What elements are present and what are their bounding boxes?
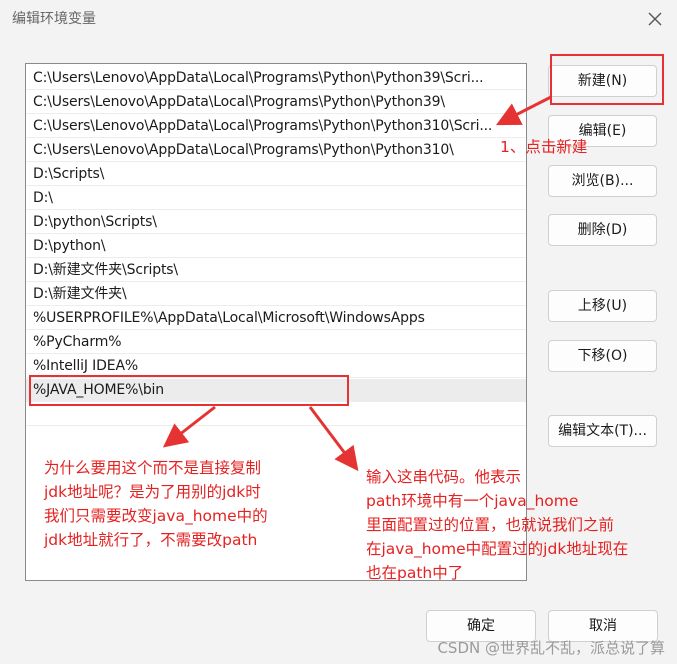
annotation-click-new: 1、点击新建 (500, 138, 588, 156)
annotation-input-line: 输入这串代码。他表示 (366, 468, 522, 486)
annotation-input-line: 在java_home中配置过的jdk地址现在 (366, 540, 629, 558)
annotation-why-line: jdk地址呢？是为了用别的jdk时 (44, 483, 261, 501)
annotation-input-line: 里面配置过的位置，也就说我们之前 (366, 516, 615, 534)
annotation-input-line: 也在path中了 (366, 564, 464, 582)
watermark: CSDN @世界乱不乱，派总说了算 (437, 639, 665, 657)
annotation-why-line: 为什么要用这个而不是直接复制 (44, 459, 262, 477)
annotation-why-line: 我们只需要改变java_home中的 (44, 507, 268, 525)
annotation-why-line: jdk地址就行了，不需要改path (44, 531, 258, 549)
annotation-input-line: path环境中有一个java_home (366, 492, 579, 510)
annotation-arrows (162, 95, 552, 472)
